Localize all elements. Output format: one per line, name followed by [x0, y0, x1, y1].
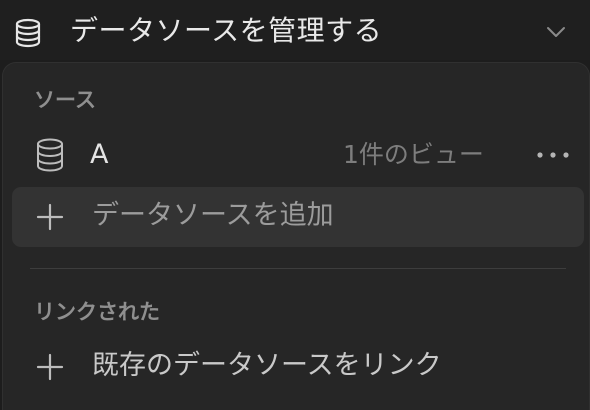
data-source-manager: データソースを管理する ソース A 1件のビュー データソースを追加 リンクされ…	[0, 0, 590, 410]
add-data-source-label: データソースを追加	[92, 200, 334, 231]
plus-icon	[36, 203, 64, 231]
more-horizontal-icon[interactable]	[535, 146, 571, 164]
source-name: A	[90, 139, 109, 170]
linked-section-label: リンクされた	[34, 300, 160, 324]
manage-data-sources-header[interactable]: データソースを管理する	[0, 0, 590, 60]
database-icon	[15, 18, 41, 48]
section-divider	[30, 268, 566, 269]
header-title: データソースを管理する	[70, 14, 383, 47]
source-view-count: 1件のビュー	[343, 140, 484, 169]
plus-icon	[36, 353, 64, 381]
chevron-down-icon[interactable]	[544, 20, 568, 44]
database-icon	[37, 138, 63, 172]
sources-section-label: ソース	[34, 88, 96, 112]
link-existing-data-source-label: 既存のデータソースをリンク	[92, 350, 442, 381]
